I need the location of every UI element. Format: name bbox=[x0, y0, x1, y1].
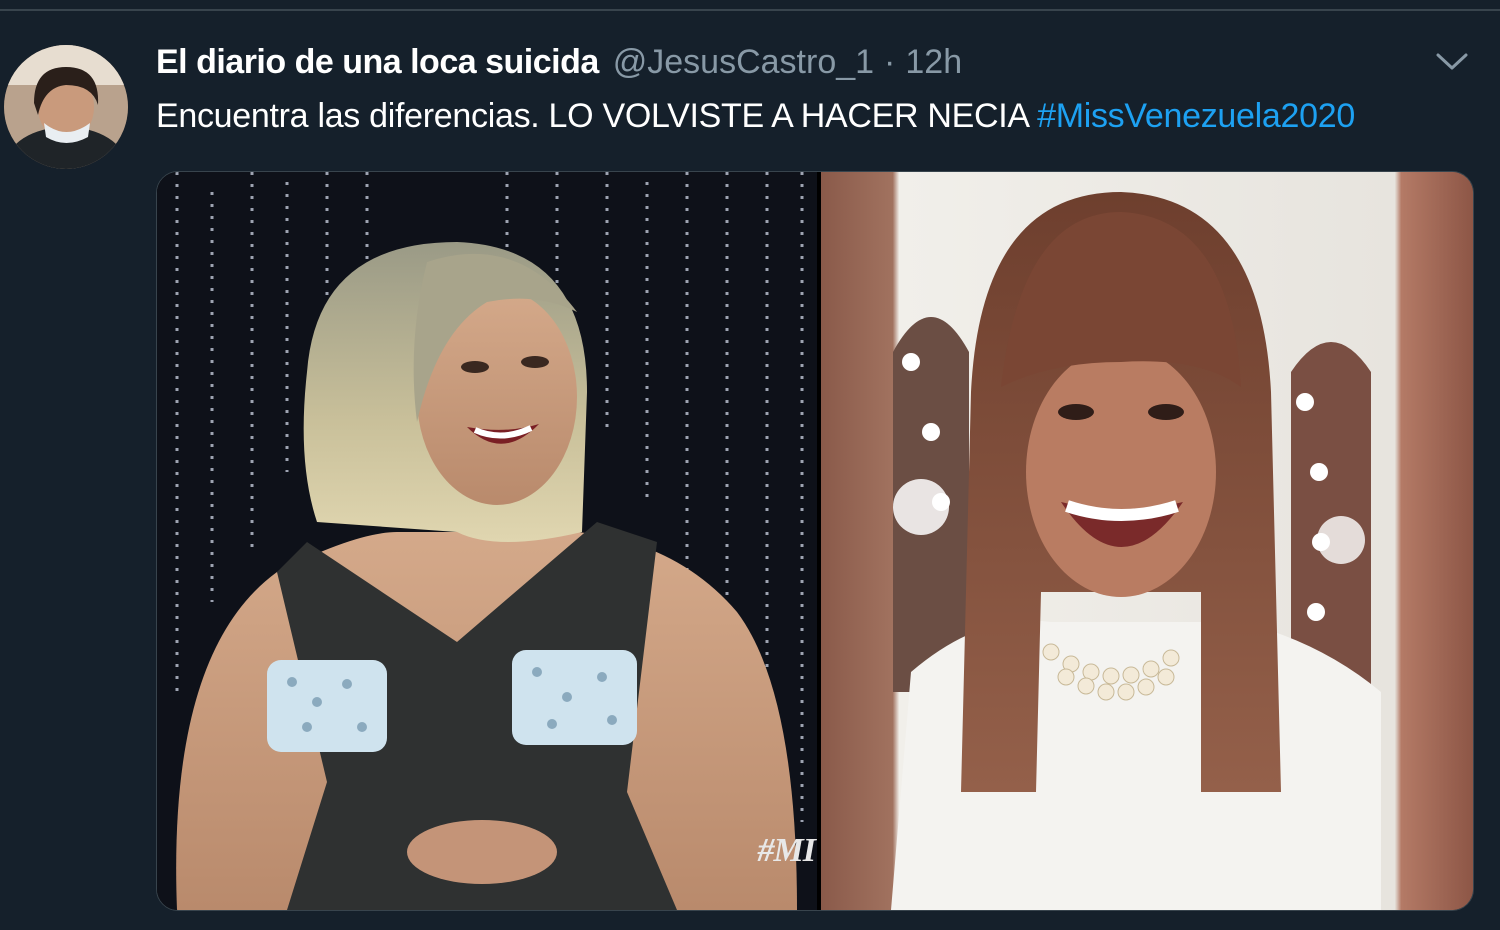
media-grid: #MI bbox=[156, 171, 1474, 911]
media-photo-right[interactable] bbox=[821, 172, 1473, 910]
tweet-header: El diario de una loca suicida @JesusCast… bbox=[156, 43, 962, 87]
tweet-body: Encuentra las diferencias. LO VOLVISTE A… bbox=[156, 97, 1038, 135]
media-photo-left[interactable]: #MI bbox=[157, 172, 817, 910]
separator-dot: · bbox=[884, 43, 896, 81]
user-handle[interactable]: @JesusCastro_1 bbox=[613, 43, 874, 82]
timestamp[interactable]: 12h bbox=[905, 43, 962, 82]
tweet[interactable]: El diario de una loca suicida @JesusCast… bbox=[0, 13, 1500, 930]
hashtag-link[interactable]: #MissVenezuela2020 bbox=[1037, 97, 1355, 135]
tweet-text: Encuentra las diferencias. LO VOLVISTE A… bbox=[156, 97, 1355, 136]
photo-watermark: #MI bbox=[757, 832, 816, 869]
avatar[interactable] bbox=[4, 45, 128, 169]
display-name[interactable]: El diario de una loca suicida bbox=[156, 43, 599, 82]
chevron-down-icon[interactable] bbox=[1434, 49, 1470, 73]
top-divider bbox=[0, 0, 1500, 11]
